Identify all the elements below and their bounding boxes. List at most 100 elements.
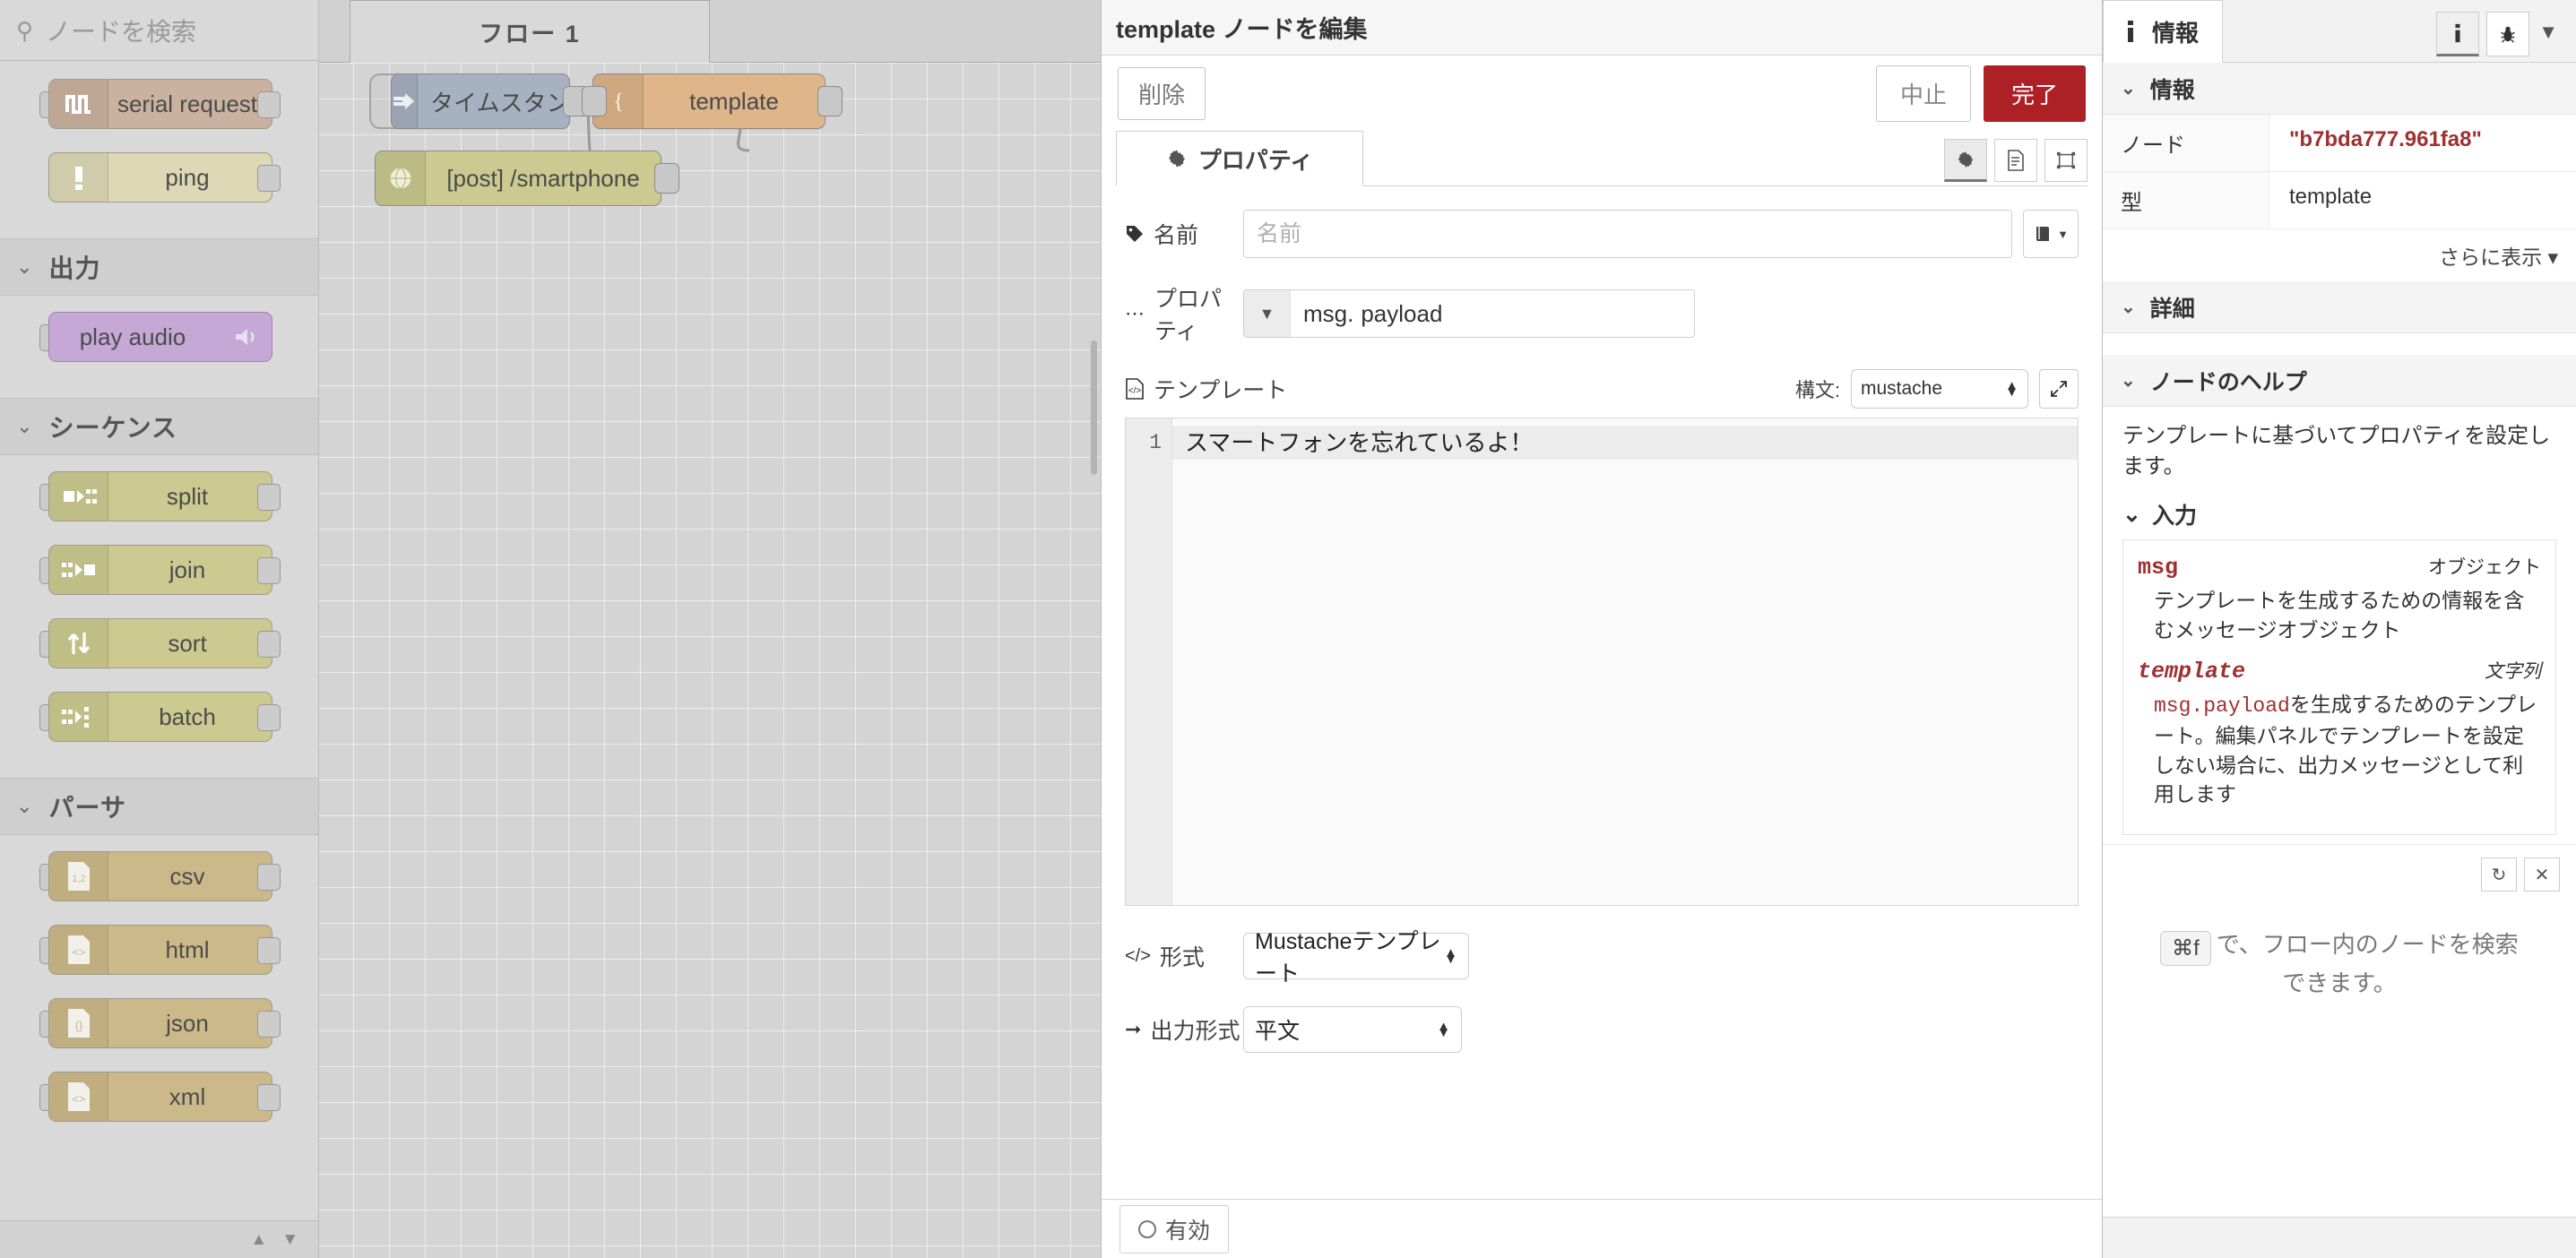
tab-properties[interactable]: プロパティ xyxy=(1116,131,1363,186)
name-type-menu-button[interactable]: ▼ xyxy=(2023,210,2079,258)
cancel-button[interactable]: 中止 xyxy=(1876,65,1971,122)
palette-category-sequence[interactable]: ⌄ シーケンス xyxy=(0,398,318,455)
node-output-port[interactable] xyxy=(257,1084,281,1111)
property-type-select[interactable]: ▼ msg. payload xyxy=(1243,289,1695,338)
flow-canvas-column: フロー 1 タイムスタンプ { template xyxy=(319,0,1101,1258)
palette-node-label: serial request xyxy=(108,80,272,128)
syntax-select[interactable]: mustache ▲▼ xyxy=(1851,369,2028,409)
palette-search-input[interactable]: ノードを検索 xyxy=(46,13,196,48)
section-info[interactable]: ⌄ 情報 xyxy=(2103,63,2576,115)
node-output-port[interactable] xyxy=(257,864,281,891)
palette-node-label: json xyxy=(108,999,272,1047)
done-button[interactable]: 完了 xyxy=(1984,65,2086,122)
sidebar-tab-info[interactable]: 情報 xyxy=(2103,0,2223,63)
description-icon[interactable] xyxy=(1994,139,2037,182)
name-input[interactable] xyxy=(1243,210,2012,258)
enable-toggle-button[interactable]: 有効 xyxy=(1119,1205,1229,1254)
palette-node-sort[interactable]: sort xyxy=(0,615,318,674)
palette-category-output[interactable]: ⌄ 出力 xyxy=(0,238,318,296)
gear-icon[interactable] xyxy=(1944,139,1987,182)
node-output-port[interactable] xyxy=(257,165,281,192)
palette-node-ping[interactable]: ping xyxy=(0,149,318,208)
node-help-body: テンプレートに基づいてプロパティを設定します。 ⌄ 入力 msg オブジェクト … xyxy=(2103,407,2576,835)
code-gutter: 1 xyxy=(1126,418,1172,905)
info-sidebar: 情報 ▼ ⌄ 情報 ノード "b7bda777.961fa8" 型 templa… xyxy=(2103,0,2576,1258)
html-file-icon: <> xyxy=(49,926,108,974)
node-output-port[interactable] xyxy=(257,1011,281,1038)
template-controls: 構文: mustache ▲▼ xyxy=(1795,369,2079,409)
node-output-port[interactable] xyxy=(257,631,281,658)
node-output-port[interactable] xyxy=(257,484,281,511)
flow-node-template[interactable]: { template xyxy=(592,73,826,129)
delete-button[interactable]: 削除 xyxy=(1118,67,1206,120)
expand-editor-button[interactable] xyxy=(2039,369,2079,409)
caret-down-icon: ▼ xyxy=(2057,228,2069,241)
template-input-port[interactable] xyxy=(582,86,607,116)
caret-down-icon[interactable]: ▼ xyxy=(1244,290,1291,337)
post-output-port[interactable] xyxy=(654,163,679,194)
flow-node-post-smartphone[interactable]: [post] /smartphone xyxy=(375,151,661,206)
output-format-row: ➞ 出力形式 平文 ▲▼ xyxy=(1125,1006,2079,1053)
palette-node-label: html xyxy=(108,926,272,974)
template-output-port[interactable] xyxy=(817,86,843,116)
section-label: 情報 xyxy=(2150,73,2195,105)
palette-node-play-audio[interactable]: play audio xyxy=(0,308,318,367)
help-input-section[interactable]: ⌄ 入力 xyxy=(2122,498,2556,530)
palette-node-label: play audio xyxy=(49,313,221,361)
section-node-help[interactable]: ⌄ ノードのヘルプ xyxy=(2103,355,2576,407)
flow-tab-1[interactable]: フロー 1 xyxy=(350,0,710,63)
flow-node-timestamp[interactable]: タイムスタンプ xyxy=(391,73,570,129)
chevron-down-icon: ⌄ xyxy=(2122,501,2141,528)
collapse-all-icon[interactable]: ▲​ xyxy=(250,1230,267,1250)
format-select[interactable]: Mustacheテンプレート ▲▼ xyxy=(1243,933,1469,979)
palette-category-label: シーケンス xyxy=(48,409,177,444)
detail-spacer xyxy=(2103,333,2576,355)
palette-node-csv[interactable]: 1,2 csv xyxy=(0,848,318,907)
palette-node-label: xml xyxy=(108,1073,272,1121)
sidebar-tab-label: 情報 xyxy=(2152,15,2199,48)
node-output-port[interactable] xyxy=(257,937,281,964)
io-row-msg-head: msg オブジェクト xyxy=(2138,553,2541,581)
chevron-down-icon: ⌄ xyxy=(2121,369,2136,392)
palette-node-split[interactable]: split xyxy=(0,468,318,527)
section-detail[interactable]: ⌄ 詳細 xyxy=(2103,281,2576,333)
template-code-editor[interactable]: 1 スマートフォンを忘れているよ！ xyxy=(1125,418,2079,906)
split-icon xyxy=(49,472,108,521)
show-more-row[interactable]: さらに表示 ▾ xyxy=(2103,229,2576,281)
palette-node-json[interactable]: {} json xyxy=(0,995,318,1054)
flow-canvas[interactable]: タイムスタンプ { template [post] /smartphone xyxy=(319,63,1101,1258)
help-intro: テンプレートに基づいてプロパティを設定します。 xyxy=(2122,421,2556,482)
io-desc-text: テンプレートを生成するための情報を含むメッセージオブジェクト xyxy=(2154,589,2524,642)
palette-node-batch[interactable]: batch xyxy=(0,688,318,747)
palette-node-join[interactable]: join xyxy=(0,541,318,600)
stepper-icon: ▲▼ xyxy=(1437,1023,1450,1036)
code-line-1[interactable]: スマートフォンを忘れているよ！ xyxy=(1172,426,2078,460)
palette-search-row[interactable]: ⚲ ノードを検索 xyxy=(0,0,318,61)
property-value[interactable]: payload xyxy=(1353,300,1442,328)
flow-node-label: タイムスタンプ xyxy=(418,74,570,128)
node-output-port[interactable] xyxy=(257,91,281,118)
section-label: ノードのヘルプ xyxy=(2150,365,2307,397)
palette-node-serial-request[interactable]: serial request xyxy=(0,75,318,134)
serial-icon xyxy=(49,80,108,128)
refresh-icon[interactable]: ↻ xyxy=(2481,857,2517,892)
output-format-select[interactable]: 平文 ▲▼ xyxy=(1243,1006,1462,1053)
node-output-port[interactable] xyxy=(257,704,281,731)
stepper-icon: ▲▼ xyxy=(1444,950,1457,962)
palette-node-html[interactable]: <> html xyxy=(0,921,318,980)
format-value: Mustacheテンプレート xyxy=(1255,924,1444,988)
palette-node-xml[interactable]: <> xml xyxy=(0,1068,318,1127)
svg-text:</>: </> xyxy=(1128,386,1142,396)
expand-all-icon[interactable]: ▼​ xyxy=(281,1230,298,1250)
appearance-icon[interactable] xyxy=(2044,139,2088,182)
close-icon[interactable]: ✕ xyxy=(2524,857,2560,892)
palette-category-parser[interactable]: ⌄ パーサ xyxy=(0,778,318,835)
code-body[interactable]: スマートフォンを忘れているよ！ xyxy=(1172,418,2078,905)
chevron-down-icon[interactable]: ▼ xyxy=(2537,21,2563,56)
info-icon[interactable] xyxy=(2436,12,2479,56)
show-more-link[interactable]: さらに表示 ▾ xyxy=(2439,240,2558,271)
node-output-port[interactable] xyxy=(257,557,281,584)
debug-bug-icon[interactable] xyxy=(2486,12,2529,56)
sort-icon xyxy=(49,619,108,668)
canvas-scrollbar[interactable] xyxy=(1091,340,1097,475)
